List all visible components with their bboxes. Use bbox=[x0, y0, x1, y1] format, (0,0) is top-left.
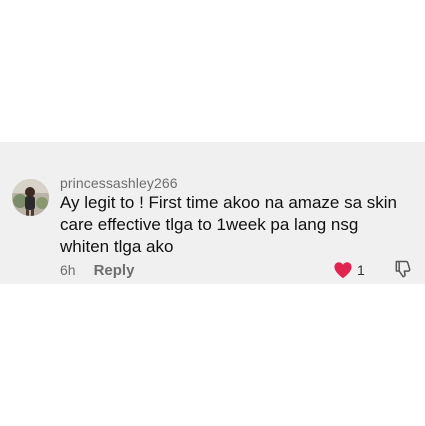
like-button[interactable]: 1 bbox=[333, 260, 365, 280]
comment-text: Ay legit to ! First time akoo na amaze s… bbox=[60, 193, 397, 256]
avatar-image bbox=[12, 179, 49, 216]
heart-icon bbox=[334, 262, 352, 279]
comment-card: princessashley266 Ay legit to ! First ti… bbox=[0, 142, 425, 284]
thumbs-down-icon bbox=[395, 260, 411, 278]
like-count: 1 bbox=[357, 262, 365, 278]
comment-meta-row: 6h Reply bbox=[60, 260, 134, 280]
comment-timestamp: 6h bbox=[60, 262, 76, 278]
reply-button[interactable]: Reply bbox=[94, 262, 135, 279]
dislike-button[interactable] bbox=[393, 259, 413, 279]
comment-username[interactable]: princessashley266 bbox=[60, 175, 178, 191]
page: princessashley266 Ay legit to ! First ti… bbox=[0, 0, 425, 426]
avatar[interactable] bbox=[12, 179, 49, 216]
